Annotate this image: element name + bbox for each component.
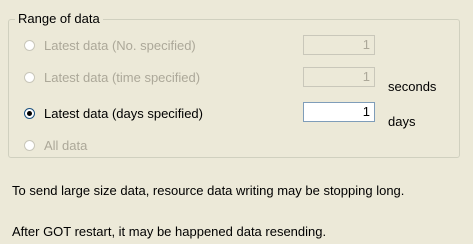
latest-number-input[interactable]: 1 bbox=[303, 35, 375, 55]
seconds-unit-label: seconds bbox=[388, 79, 437, 94]
radio-button-icon[interactable] bbox=[24, 139, 35, 151]
radio-latest-time-label: Latest data (time specified) bbox=[44, 69, 201, 85]
radio-latest-days[interactable]: Latest data (days specified) bbox=[24, 104, 203, 122]
radio-dot-icon bbox=[27, 110, 32, 116]
radio-button-icon[interactable] bbox=[24, 39, 35, 51]
radio-all-data-label: All data bbox=[44, 137, 88, 153]
latest-days-input[interactable]: 1 bbox=[303, 102, 375, 122]
radio-latest-days-label: Latest data (days specified) bbox=[44, 105, 203, 121]
radio-button-selected-icon[interactable] bbox=[24, 107, 35, 119]
days-unit-label: days bbox=[388, 114, 416, 129]
warning-note-large-data: To send large size data, resource data w… bbox=[12, 183, 405, 198]
radio-all-data[interactable]: All data bbox=[24, 136, 87, 154]
radio-latest-number-label: Latest data (No. specified) bbox=[44, 37, 196, 53]
radio-button-icon[interactable] bbox=[24, 71, 35, 83]
warning-note-restart: After GOT restart, it may be happened da… bbox=[12, 224, 327, 239]
radio-latest-time[interactable]: Latest data (time specified) bbox=[24, 68, 200, 86]
radio-latest-number[interactable]: Latest data (No. specified) bbox=[24, 36, 196, 54]
latest-time-input[interactable]: 1 bbox=[303, 67, 375, 87]
range-of-data-group-title: Range of data bbox=[15, 11, 103, 27]
